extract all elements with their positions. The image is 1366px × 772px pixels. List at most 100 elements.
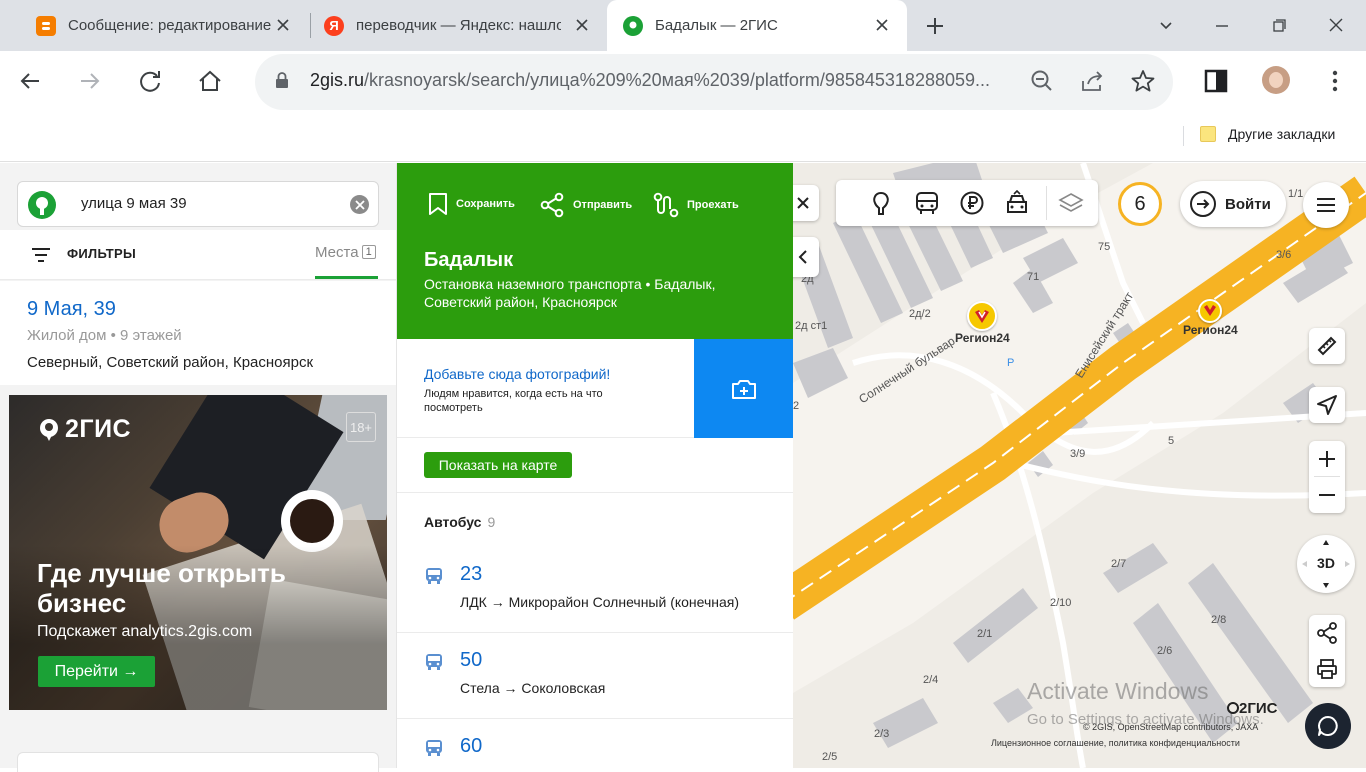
zoom-out-icon[interactable] <box>1030 69 1054 93</box>
route-button[interactable]: Проехать <box>653 192 739 218</box>
add-photo-block: Добавьте сюда фотографий! Людям нравится… <box>397 339 793 438</box>
camera-plus-icon <box>732 379 756 399</box>
parking-label: P <box>1007 357 1015 369</box>
zoom-in-icon[interactable] <box>1309 441 1345 477</box>
login-icon <box>1190 191 1216 217</box>
tab-yandex[interactable]: Я переводчик — Яндекс: нашло <box>312 0 607 51</box>
share-page-icon[interactable] <box>1080 69 1106 93</box>
close-tab-icon[interactable] <box>571 14 593 36</box>
bus-section-title: Автобус 9 <box>424 514 495 530</box>
bookmark-star-icon[interactable] <box>1130 68 1156 94</box>
route-label: Проехать <box>687 199 739 211</box>
save-button[interactable]: Сохранить <box>428 192 515 216</box>
poi-marker[interactable]: Регион24 <box>1183 299 1238 337</box>
bookmark-icon <box>429 193 447 215</box>
other-bookmarks-label: Другие закладки <box>1228 126 1336 142</box>
route-number[interactable]: 23 <box>460 563 482 586</box>
kebab-menu-icon[interactable] <box>1325 68 1345 94</box>
search-panel: улица 9 мая 39 ФИЛЬТРЫ Места 1 9 Мая, 39 … <box>0 163 396 772</box>
2gis-logo-icon <box>28 191 56 219</box>
share-button[interactable]: Отправить <box>539 192 632 218</box>
reload-icon[interactable] <box>135 66 165 96</box>
route-item[interactable]: 23 ЛДК → Микрорайон Солнечный (конечная) <box>397 547 793 633</box>
close-card-button[interactable] <box>793 185 819 221</box>
chat-button[interactable] <box>1305 703 1351 749</box>
add-photo-button[interactable] <box>694 339 793 438</box>
tab-blogger[interactable]: Сообщение: редактирование <box>18 0 308 51</box>
result-address: Северный, Советский район, Красноярск <box>27 354 314 371</box>
ruler-button[interactable] <box>1309 328 1345 364</box>
2gis-pin-icon <box>40 418 58 441</box>
house-number: 71 <box>1027 271 1040 283</box>
license-link[interactable]: Лицензионное соглашение, политика конфид… <box>991 738 1240 748</box>
forward-icon[interactable] <box>75 66 105 96</box>
profile-avatar[interactable] <box>1262 66 1290 94</box>
collapse-panel-button[interactable] <box>793 237 819 277</box>
show-on-map-button[interactable]: Показать на карте <box>424 452 572 478</box>
ad-banner[interactable]: 2ГИС 18+ Где лучше открыть бизнес Подска… <box>9 395 387 710</box>
side-panel-icon[interactable] <box>1204 69 1228 93</box>
minimize-icon[interactable] <box>1208 11 1236 39</box>
route-item[interactable]: 50 Стела → Соколовская <box>397 633 793 719</box>
poi-layer-icon[interactable] <box>868 190 894 216</box>
other-bookmarks[interactable]: Другие закладки <box>1200 126 1335 142</box>
divider <box>397 492 793 493</box>
house-number: 2/3 <box>874 728 890 740</box>
tab-2gis[interactable]: Бадалык — 2ГИС <box>607 0 907 51</box>
url-text[interactable]: 2gis.ru/krasnoyarsk/search/улица%209%20м… <box>310 70 1015 91</box>
share-label: Отправить <box>573 199 633 211</box>
transport-layer-icon[interactable] <box>914 190 940 216</box>
home-icon[interactable] <box>195 66 225 96</box>
route-item[interactable]: 60 <box>397 719 793 768</box>
route-direction: Стела → Соколовская <box>460 680 606 696</box>
tab-title: Бадалык — 2ГИС <box>655 17 778 34</box>
hamburger-menu-button[interactable] <box>1303 182 1349 228</box>
filters-button[interactable]: ФИЛЬТРЫ <box>67 246 136 261</box>
map-copyright[interactable]: © 2GIS, OpenStreetMap contributors, JAXA <box>1083 722 1258 732</box>
share-map-icon[interactable] <box>1309 615 1345 651</box>
card-title: Бадалык <box>424 249 514 271</box>
poi-marker[interactable]: Регион24 <box>955 301 1010 345</box>
blogger-icon <box>36 15 56 36</box>
layers-icon[interactable] <box>1058 190 1084 216</box>
new-tab-button[interactable] <box>922 13 948 39</box>
lock-icon[interactable] <box>274 71 290 89</box>
login-label: Войти <box>1225 195 1271 213</box>
tab-title: переводчик — Яндекс: нашло <box>356 17 561 34</box>
atm-layer-icon[interactable] <box>959 190 985 216</box>
my-location-button[interactable] <box>1309 387 1345 423</box>
restore-icon[interactable] <box>1265 11 1293 39</box>
search-input[interactable]: улица 9 мая 39 <box>17 181 379 227</box>
close-tab-icon[interactable] <box>871 14 893 36</box>
login-button[interactable]: Войти <box>1180 181 1286 227</box>
result-meta: Жилой дом • 9 этажей <box>27 327 182 344</box>
search-result[interactable]: 9 Мая, 39 Жилой дом • 9 этажей Северный,… <box>0 281 396 385</box>
zoom-controls <box>1309 441 1345 513</box>
fuel-layer-icon[interactable] <box>1004 190 1030 216</box>
close-window-icon[interactable] <box>1322 11 1350 39</box>
save-label: Сохранить <box>456 198 515 210</box>
ad-brand: 2ГИС <box>37 415 131 444</box>
filter-icon[interactable] <box>31 247 51 263</box>
yandex-icon: Я <box>324 15 344 36</box>
location-arrow-icon <box>1317 395 1337 415</box>
tab-places[interactable]: Места 1 <box>315 244 376 261</box>
ad-cta-button[interactable]: Перейти → <box>38 656 155 687</box>
tab-search-icon[interactable] <box>1152 11 1180 39</box>
back-icon[interactable] <box>15 66 45 96</box>
chevron-left-icon <box>798 250 807 264</box>
result-name[interactable]: 9 Мая, 39 <box>27 298 116 321</box>
print-icon[interactable] <box>1309 651 1345 687</box>
card-header: Сохранить Отправить Проехать Бадалык Ост… <box>397 163 793 339</box>
map-canvas[interactable]: Солнечный бульвар Енисейский тракт 75 71… <box>793 163 1366 768</box>
places-count-badge: 1 <box>361 245 376 259</box>
add-photo-link[interactable]: Добавьте сюда фотографий! <box>424 366 610 382</box>
clear-search-icon[interactable] <box>350 195 369 214</box>
route-number[interactable]: 50 <box>460 649 482 672</box>
share-icon <box>540 192 564 218</box>
notifications-badge[interactable]: 6 <box>1118 182 1162 226</box>
close-tab-icon[interactable] <box>272 14 294 36</box>
route-number[interactable]: 60 <box>460 735 482 758</box>
zoom-out-map-icon[interactable] <box>1309 477 1345 513</box>
compass-3d-button[interactable]: 3D <box>1297 535 1355 593</box>
